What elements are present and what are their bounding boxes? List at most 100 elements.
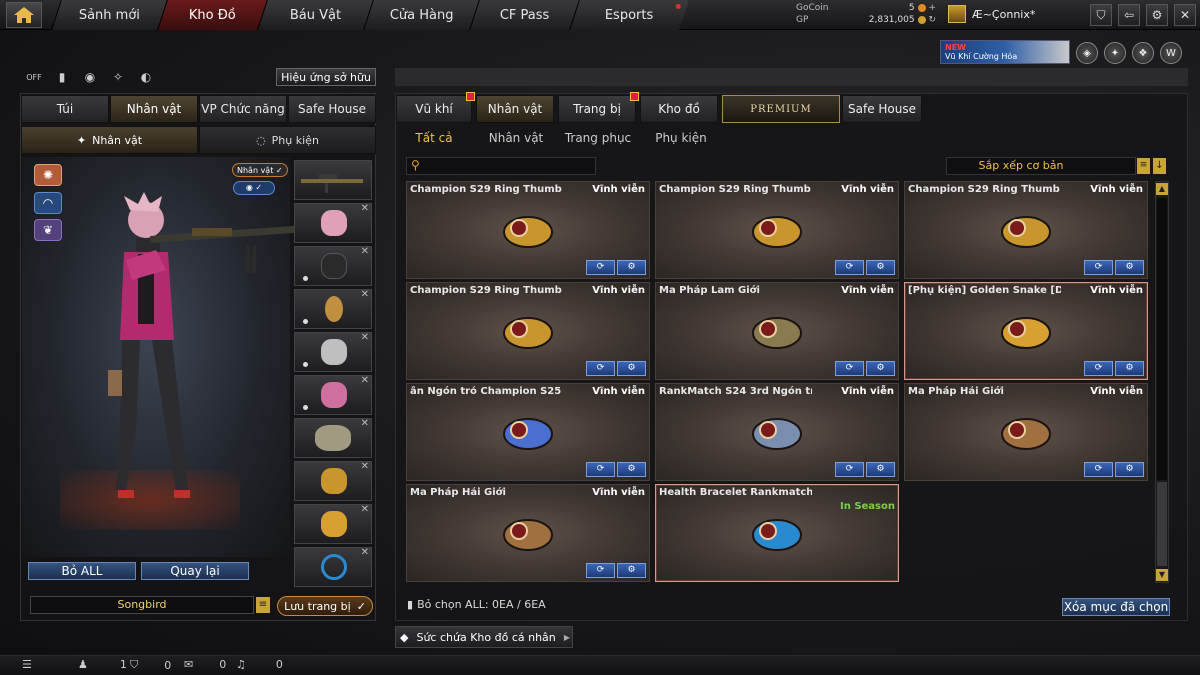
event-icon[interactable]: ✦ [1104, 42, 1126, 64]
item-settings-button[interactable]: ⚙ [617, 462, 646, 477]
subtab-accessory[interactable]: ◌ Phụ kiện [199, 126, 376, 154]
close-icon[interactable]: ✕ [1174, 4, 1196, 26]
chat-status[interactable]: ✉ 0 [184, 658, 226, 671]
slot-accessory-2[interactable]: ✕ [294, 332, 372, 372]
item-settings-button[interactable]: ⚙ [866, 361, 895, 376]
item-upgrade-button[interactable]: ⟳ [1084, 361, 1113, 376]
ownership-effect-button[interactable]: Hiệu ứng sở hữu [276, 68, 376, 86]
item-upgrade-button[interactable]: ⟳ [1084, 260, 1113, 275]
clan-status[interactable]: ⛉ 0 [130, 658, 171, 672]
item-upgrade-button[interactable]: ⟳ [1084, 462, 1113, 477]
add-coin-icon[interactable]: + [928, 3, 936, 13]
shield-icon[interactable]: ⛉ [1090, 4, 1112, 26]
scroll-down-icon[interactable]: ▼ [1156, 569, 1168, 581]
save-loadout-button[interactable]: Lưu trang bị ✓ [277, 596, 373, 616]
close-icon[interactable]: ✕ [361, 547, 369, 558]
tab-weapons[interactable]: Vũ khí [396, 92, 475, 123]
item-card[interactable]: Champion S29 Ring Thumb [Snake] Vĩnh viễn… [406, 181, 650, 279]
side-icon-character[interactable]: ✺ [34, 164, 62, 186]
menu-icon[interactable]: ☰ [22, 658, 32, 671]
close-icon[interactable]: ✕ [361, 289, 369, 300]
preset-name-field[interactable]: Songbird [30, 596, 254, 614]
close-icon[interactable]: ✕ [361, 461, 369, 472]
back-button[interactable]: Quay lại [141, 562, 249, 580]
visibility-toggle[interactable]: ◉ ✓ [233, 181, 275, 195]
item-settings-button[interactable]: ⚙ [1115, 462, 1144, 477]
scrollbar-thumb[interactable] [1157, 482, 1167, 566]
exit-icon[interactable]: ⇦ [1118, 4, 1140, 26]
slot-headgear[interactable]: ✕ [294, 203, 372, 243]
item-upgrade-button[interactable]: ⟳ [835, 462, 864, 477]
item-settings-button[interactable]: ⚙ [866, 260, 895, 275]
item-card[interactable]: ẫn Ngón trỏ Champion S25 3rd [Hawk] Vĩnh … [406, 383, 650, 481]
nav-tab-cf-pass[interactable]: CF Pass [469, 0, 579, 30]
slot-mask[interactable]: ✕ [294, 246, 372, 286]
item-upgrade-button[interactable]: ⟳ [586, 563, 615, 578]
search-input[interactable]: ⚲ [406, 157, 596, 175]
tab-function-items[interactable]: VP Chức năng [199, 95, 287, 123]
sort-direction-icon[interactable]: ↓ [1153, 158, 1166, 174]
item-upgrade-button[interactable]: ⟳ [586, 260, 615, 275]
sort-dropdown[interactable]: Sắp xếp cơ bản [946, 157, 1136, 175]
close-icon[interactable]: ✕ [361, 418, 369, 429]
side-icon-emote[interactable]: ❦ [34, 219, 62, 241]
filter-all[interactable]: Tất cả [406, 128, 462, 148]
item-card[interactable]: Champion S29 Ring Thumb [Snake] Vĩnh viễn… [655, 181, 899, 279]
item-upgrade-button[interactable]: ⟳ [835, 361, 864, 376]
item-card[interactable]: Health Bracelet Rankmatch In Season [655, 484, 899, 582]
nav-tab-inventory[interactable]: Kho Đồ [157, 0, 267, 30]
promo-banner[interactable]: NEW Vũ Khí Cường Hóa [940, 40, 1070, 64]
home-button[interactable] [6, 2, 42, 28]
tab-premium[interactable]: PREMIUM [722, 95, 840, 123]
slot-accessory-1[interactable]: ✕ [294, 289, 372, 329]
close-icon[interactable]: ✕ [361, 332, 369, 343]
item-settings-button[interactable]: ⚙ [617, 361, 646, 376]
vip-icon[interactable]: W [1160, 42, 1182, 64]
tab-characters[interactable]: Nhân vật [476, 95, 554, 123]
filter-accessory[interactable]: Phụ kiện [650, 128, 712, 148]
character-tag[interactable]: Nhân vật ✓ [232, 163, 288, 177]
item-card[interactable]: Ma Pháp Hải Giới Vĩnh viễn ⟳ ⚙ [904, 383, 1148, 481]
sort-menu-icon[interactable]: ≡ [1137, 158, 1150, 174]
toggle-off-icon[interactable]: OFF [24, 68, 44, 86]
slot-accessory-3[interactable]: ✕ [294, 375, 372, 415]
item-upgrade-button[interactable]: ⟳ [835, 260, 864, 275]
tab-character[interactable]: Nhân vật [110, 95, 198, 123]
sound-status[interactable]: ♫ 0 [236, 658, 283, 671]
tab-equipment[interactable]: Trang bị [558, 92, 639, 123]
preset-menu-icon[interactable]: ≡ [256, 597, 270, 613]
filter-character[interactable]: Nhân vật [484, 128, 548, 148]
slot-weapon[interactable] [294, 160, 372, 200]
camera-rotate-icon[interactable]: ◉ [80, 68, 100, 86]
friends-status[interactable]: ♟ 1 [78, 658, 127, 671]
slot-accessory-7[interactable]: ✕ [294, 547, 372, 587]
tab-storage[interactable]: Kho đồ [640, 95, 718, 123]
item-settings-button[interactable]: ⚙ [617, 260, 646, 275]
nav-tab-shop[interactable]: Cửa Hàng [363, 0, 479, 30]
slot-accessory-5[interactable]: ✕ [294, 461, 372, 501]
tab-safe-house[interactable]: Safe House [842, 95, 922, 123]
refresh-icon[interactable]: ↻ [928, 15, 936, 25]
item-settings-button[interactable]: ⚙ [617, 563, 646, 578]
slot-accessory-6[interactable]: ✕ [294, 504, 372, 544]
storage-capacity-button[interactable]: ◆ Sức chứa Kho đồ cá nhân ▶ [395, 626, 573, 648]
item-card[interactable]: Champion S29 Ring Thumb [Snake] Vĩnh viễn… [904, 181, 1148, 279]
item-card[interactable]: Ma Pháp Lam Giới Vĩnh viễn ⟳ ⚙ [655, 282, 899, 380]
reset-all-button[interactable]: Bỏ ALL [28, 562, 136, 580]
tab-safe-house[interactable]: Safe House [288, 95, 376, 123]
item-upgrade-button[interactable]: ⟳ [586, 462, 615, 477]
mission-icon[interactable]: ◈ [1076, 42, 1098, 64]
tab-bag[interactable]: Túi [21, 95, 109, 123]
subtab-character[interactable]: ✦ Nhân vật [21, 126, 198, 154]
item-upgrade-button[interactable]: ⟳ [586, 361, 615, 376]
close-icon[interactable]: ✕ [361, 504, 369, 515]
close-icon[interactable]: ✕ [361, 246, 369, 257]
player-info[interactable]: Æ~Çonnix* [948, 5, 1035, 23]
scroll-up-icon[interactable]: ▲ [1156, 183, 1168, 195]
gear-icon[interactable]: ⚙ [1146, 4, 1168, 26]
reward-icon[interactable]: ❖ [1132, 42, 1154, 64]
item-card[interactable]: RankMatch S24 3rd Ngón trỏ [Hawk] Vĩnh vi… [655, 383, 899, 481]
item-settings-button[interactable]: ⚙ [1115, 361, 1144, 376]
close-icon[interactable]: ✕ [361, 375, 369, 386]
item-card[interactable]: Champion S29 Ring Thumb [Snake] Vĩnh viễn… [406, 282, 650, 380]
